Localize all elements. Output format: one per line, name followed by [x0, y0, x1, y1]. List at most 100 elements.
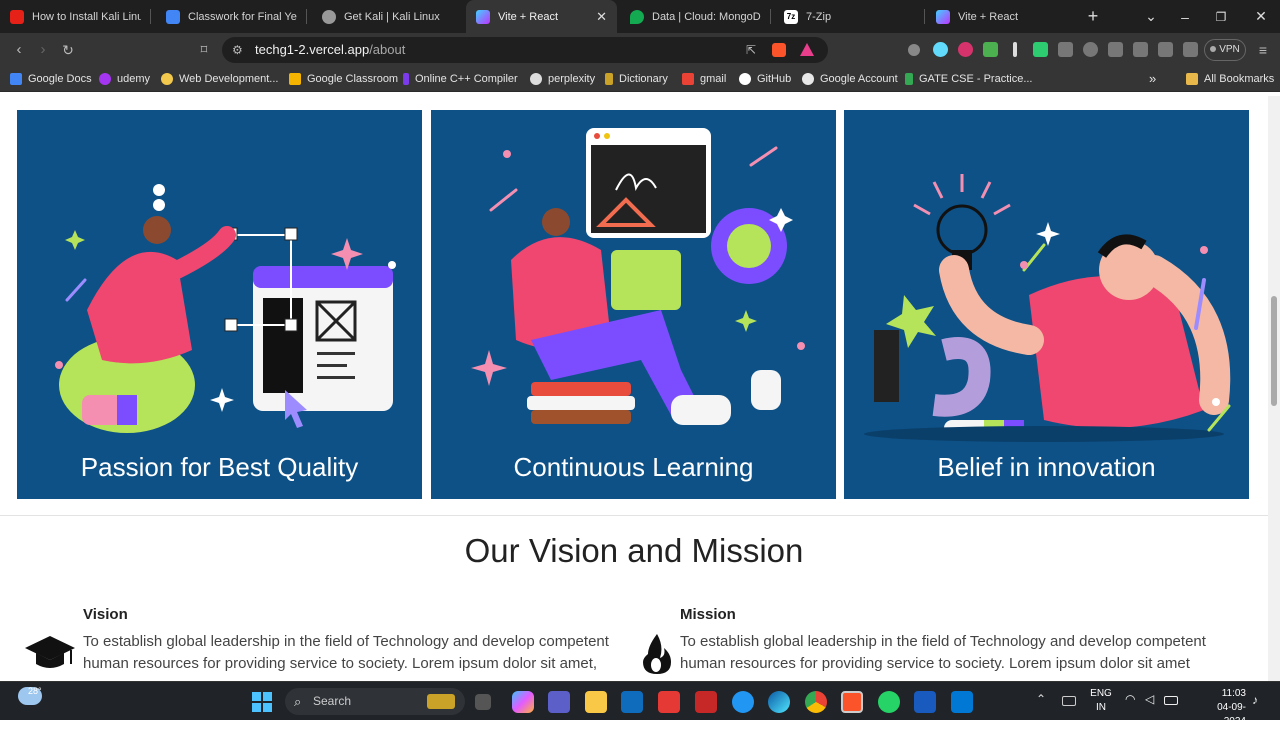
- url-path: /about: [369, 42, 406, 57]
- bookmark-online-cpp[interactable]: Online C++ Compiler: [403, 71, 518, 87]
- bookmark-google-docs[interactable]: Google Docs: [10, 71, 92, 87]
- tab-kali-youtube[interactable]: How to Install Kali Linux i: [0, 0, 151, 33]
- bookmark-github[interactable]: GitHub: [739, 71, 791, 87]
- vscode-icon[interactable]: [951, 691, 973, 713]
- brave-shields-icon[interactable]: [772, 43, 786, 57]
- wifi-icon[interactable]: ◠: [1125, 692, 1135, 706]
- maximize-button[interactable]: ❐: [1210, 0, 1232, 33]
- brave-rewards-icon[interactable]: [800, 43, 814, 56]
- url-bar[interactable]: ⚙ techg1-2.vercel.app/about ⇱: [222, 37, 828, 63]
- bookmark-udemy[interactable]: udemy: [99, 71, 150, 87]
- task-view-icon[interactable]: [475, 694, 491, 710]
- tab-label: Get Kali | Kali Linux: [344, 10, 440, 23]
- downloads-icon[interactable]: [1108, 42, 1123, 57]
- extensions-puzzle-icon[interactable]: [1058, 42, 1073, 57]
- bookmark-web-development[interactable]: Web Development...: [161, 71, 278, 87]
- teams-icon[interactable]: [548, 691, 570, 713]
- bookmarks-bar: Google Docs udemy Web Development... Goo…: [0, 67, 1280, 92]
- dictionary-icon: [605, 73, 613, 85]
- system-clock[interactable]: 11:03 04-09-2024: [1212, 687, 1246, 729]
- wallet-icon[interactable]: [1158, 42, 1173, 57]
- weather-app-icon[interactable]: [732, 691, 754, 713]
- battery-icon[interactable]: [1164, 696, 1178, 705]
- weather-temp: 28°: [28, 686, 42, 696]
- innovation-illustration: [864, 174, 1231, 442]
- bookmark-google-account[interactable]: Google Account: [802, 71, 898, 87]
- word-icon[interactable]: [914, 691, 936, 713]
- copilot-icon[interactable]: [512, 691, 534, 713]
- back-arrow-icon[interactable]: ‹: [10, 41, 28, 59]
- tab-vite-react-active[interactable]: Vite + React ✕: [466, 0, 617, 33]
- docs-icon: [10, 73, 22, 85]
- udemy-icon: [99, 73, 111, 85]
- minimize-button[interactable]: –: [1174, 0, 1196, 33]
- web-dev-icon: [161, 73, 173, 85]
- language-indicator[interactable]: ENG IN: [1089, 687, 1113, 715]
- new-tab-button[interactable]: +: [1082, 0, 1104, 33]
- keyboard-icon[interactable]: [1062, 696, 1076, 706]
- page-scrollbar[interactable]: [1268, 96, 1280, 681]
- scrollbar-thumb[interactable]: [1271, 296, 1277, 406]
- microsoft-store-icon[interactable]: [621, 691, 643, 713]
- section-divider: [0, 515, 1268, 516]
- value-card-innovation: Belief in innovation: [844, 110, 1249, 499]
- close-tab-icon[interactable]: ✕: [596, 9, 607, 25]
- classroom-icon: [289, 73, 301, 85]
- taskbar-search[interactable]: ⌕ Search: [285, 688, 465, 715]
- leo-ai-icon[interactable]: [1183, 42, 1198, 57]
- whatsapp-icon[interactable]: [878, 691, 900, 713]
- tab-7zip[interactable]: 7z 7-Zip: [774, 0, 925, 33]
- menu-icon[interactable]: ≡: [1254, 41, 1272, 59]
- youtube-icon: [10, 9, 24, 24]
- folder-icon: [1186, 73, 1198, 85]
- github-icon: [739, 73, 751, 85]
- tray-chevron-up-icon[interactable]: ⌃: [1036, 692, 1046, 706]
- edge-icon[interactable]: [768, 691, 790, 713]
- bookmark-google-classroom[interactable]: Google Classroom: [289, 71, 398, 87]
- brave-icon[interactable]: [841, 691, 863, 713]
- mongodb-icon: [630, 9, 644, 24]
- bookmark-dictionary[interactable]: Dictionary: [605, 71, 668, 87]
- tab-mongodb[interactable]: Data | Cloud: MongoDB C: [620, 0, 771, 33]
- sidebar-icon[interactable]: [1133, 42, 1148, 57]
- graduation-cap-icon: [25, 636, 75, 668]
- notification-bell-icon[interactable]: ♪: [1252, 693, 1258, 707]
- close-window-button[interactable]: ✕: [1250, 0, 1272, 33]
- quality-illustration: [55, 184, 396, 433]
- react-devtools-icon[interactable]: [933, 42, 948, 57]
- extension-tree-icon[interactable]: [983, 42, 998, 57]
- vpn-button[interactable]: VPN: [1204, 39, 1246, 61]
- bookmark-perplexity[interactable]: perplexity: [530, 71, 595, 87]
- volume-icon[interactable]: ◁: [1145, 692, 1154, 706]
- search-label: Search: [313, 694, 352, 708]
- share-icon[interactable]: ⇱: [746, 37, 756, 63]
- tab-get-kali[interactable]: Get Kali | Kali Linux: [312, 0, 463, 33]
- extension-1-icon[interactable]: [908, 44, 920, 56]
- chrome-icon[interactable]: [805, 691, 827, 713]
- media-icon[interactable]: [1083, 42, 1098, 57]
- myasus-icon[interactable]: [658, 691, 680, 713]
- bookmark-icon[interactable]: ⌑: [195, 41, 213, 59]
- extension-lock-icon[interactable]: [1033, 42, 1048, 57]
- reload-icon[interactable]: ↻: [59, 41, 77, 59]
- tab-search-chevron-icon[interactable]: ⌄: [1140, 0, 1162, 33]
- extension-picker-icon[interactable]: [1013, 42, 1017, 57]
- all-bookmarks-folder[interactable]: All Bookmarks: [1186, 71, 1274, 87]
- vpn-label: VPN: [1219, 44, 1240, 55]
- tab-vite-react-2[interactable]: Vite + React: [926, 0, 1077, 33]
- card-title: Passion for Best Quality: [80, 452, 359, 482]
- more-bookmarks-chevron-icon[interactable]: »: [1149, 71, 1156, 87]
- address-toolbar: ‹ › ↻ ⌑ ⚙ techg1-2.vercel.app/about ⇱ VP…: [0, 33, 1280, 67]
- file-explorer-icon[interactable]: [585, 691, 607, 713]
- forward-arrow-icon[interactable]: ›: [34, 41, 52, 59]
- site-info-icon[interactable]: ⚙: [232, 37, 243, 63]
- mcafee-icon[interactable]: [695, 691, 717, 713]
- extension-record-icon[interactable]: [958, 42, 973, 57]
- bookmark-gmail[interactable]: gmail: [682, 71, 726, 87]
- kali-icon: [322, 9, 336, 24]
- tab-label: Vite + React: [498, 10, 559, 23]
- page-viewport: Passion for Best Quality Continuous Lear…: [0, 96, 1268, 681]
- start-windows-icon[interactable]: [252, 692, 272, 712]
- tab-classwork[interactable]: Classwork for Final Year C: [156, 0, 307, 33]
- bookmark-gate-cse[interactable]: GATE CSE - Practice...: [905, 71, 1033, 87]
